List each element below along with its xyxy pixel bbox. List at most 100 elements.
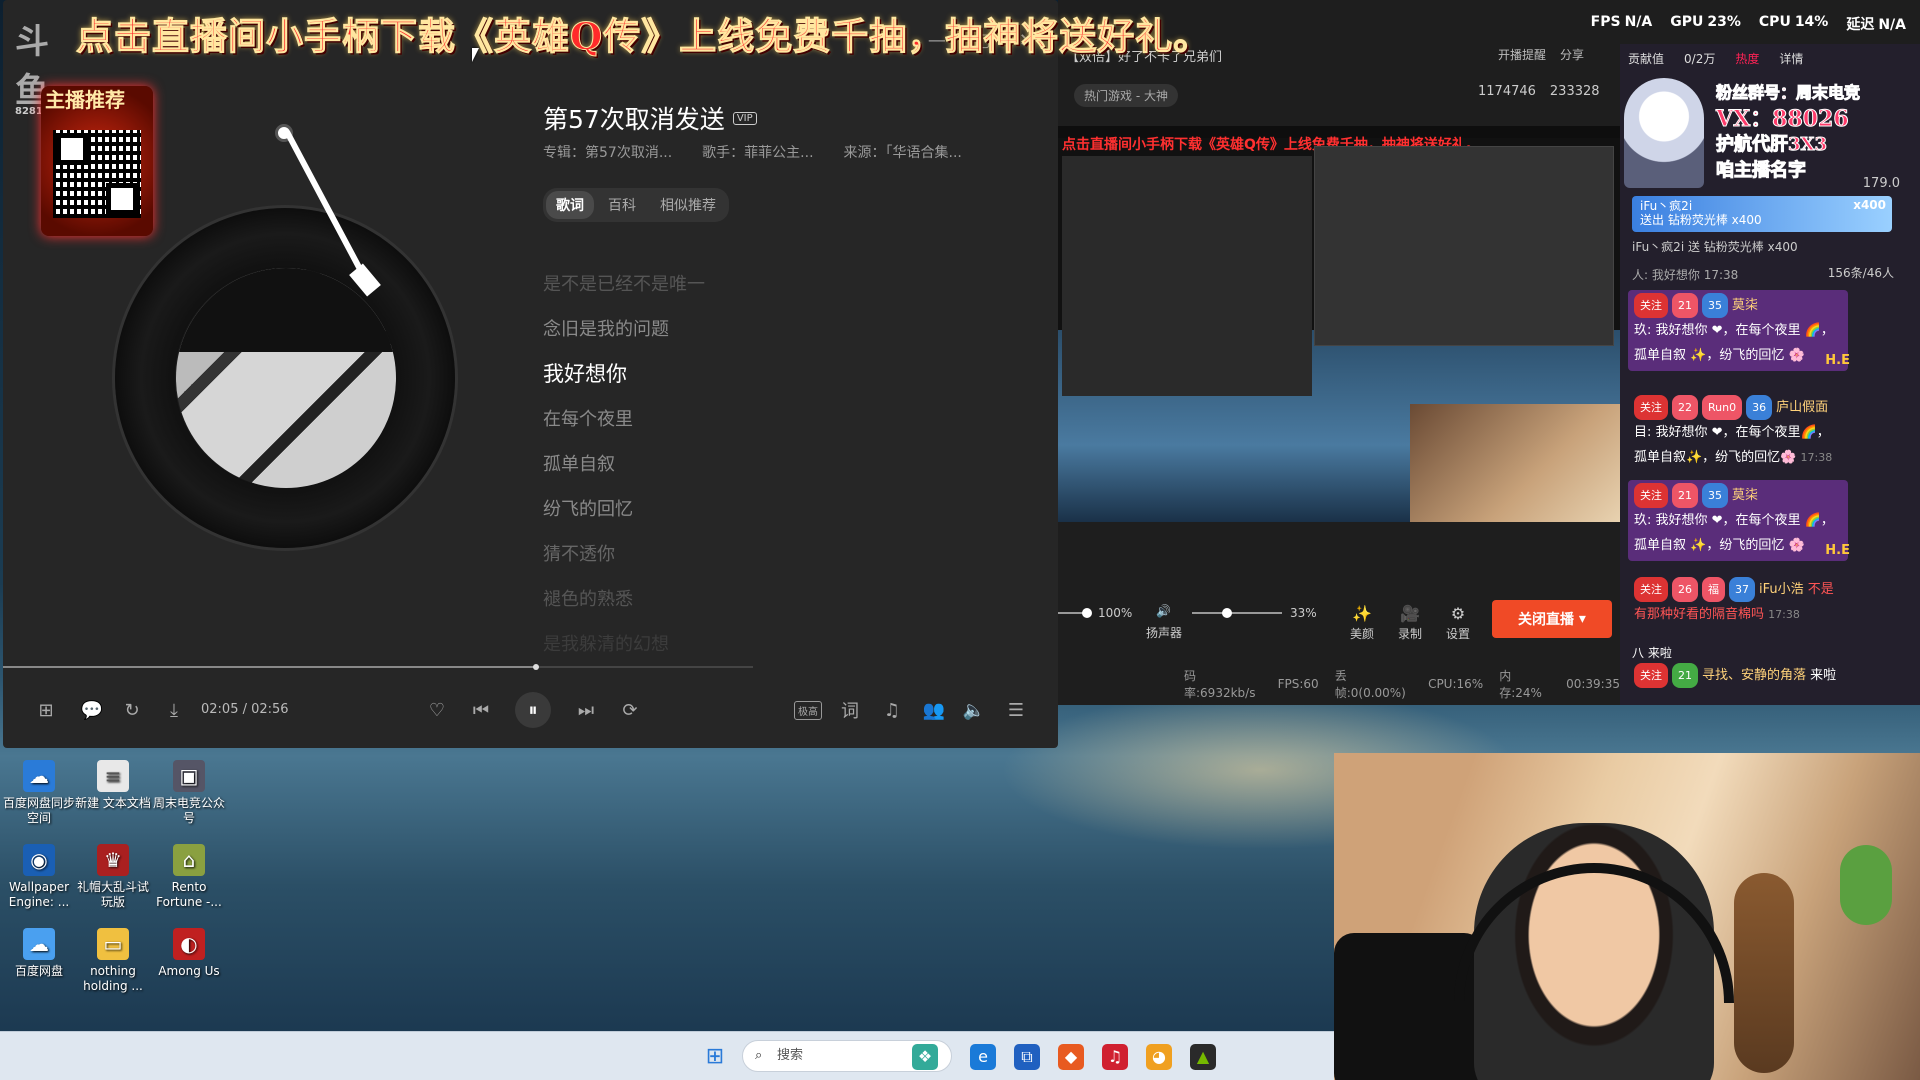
quality-button[interactable]: 极高 [793, 697, 823, 723]
fan-group-overlay: 粉丝群号：周末电竞 VX：88026 护航代肝3X3 咱主播名字 [1715, 80, 1860, 184]
follow-tag[interactable]: 关注 [1634, 483, 1668, 508]
tab-wiki[interactable]: 百科 [598, 191, 646, 219]
open-remind-button[interactable]: 开播提醒 [1498, 46, 1546, 63]
add-playlist-icon[interactable]: ⊞ [33, 697, 59, 723]
fan-badge: 36 [1746, 395, 1773, 420]
pause-button[interactable]: ⏸ [515, 692, 551, 728]
hot-label: 热度 [1735, 52, 1760, 66]
speaker-icon[interactable]: 🔊 [1156, 604, 1171, 618]
fps-status: FPS:60 [1277, 677, 1319, 691]
album-link[interactable]: 专辑：第57次取消... [543, 142, 672, 162]
gift-sender: iFu丶疯2i [1640, 199, 1693, 213]
netease-music-icon[interactable]: ♫ [1102, 1044, 1128, 1070]
share-button[interactable]: 分享 [1560, 46, 1584, 63]
chat-username[interactable]: 庐山假面 [1776, 400, 1828, 415]
rento-icon: ⌂ [173, 844, 205, 876]
repeat-icon[interactable]: ⟳ [617, 697, 643, 723]
playlist-icon[interactable]: ☰ [1003, 697, 1029, 723]
chat-username[interactable]: iFu小浩 [1759, 582, 1804, 597]
listen-together-icon[interactable]: 👥 [921, 697, 947, 723]
chat-username[interactable]: 莫柒 [1732, 488, 1758, 503]
desktop-icon[interactable]: ☁ 百度网盘同步空间 [0, 760, 78, 826]
stop-stream-button[interactable]: 关闭直播 ▾ [1492, 600, 1612, 638]
preview-desktop-thumbnail [1314, 146, 1614, 346]
follow-tag[interactable]: 关注 [1634, 663, 1668, 688]
chat-header: 贡献值 0/2万 热度 详情 [1620, 50, 1920, 67]
level-badge: 26 [1672, 577, 1698, 602]
wechat-image-icon: ▣ [173, 760, 205, 792]
chat-message: 关注 22 Run0 36 庐山假面 目: 我好想你 ❤，在每个夜里🌈，孤单自叙✨，纷飞… [1628, 392, 1848, 473]
follow-tag[interactable]: 关注 [1634, 395, 1668, 420]
app-icon[interactable]: ◆ [1058, 1044, 1084, 1070]
chat-time: 17:38 [1800, 451, 1833, 464]
beauty-button[interactable]: ✨ 美颜 [1342, 604, 1382, 642]
stop-stream-label: 关闭直播 [1518, 612, 1575, 628]
chat-username[interactable]: 莫柒 [1732, 298, 1758, 313]
contribution-value: 0/2万 [1684, 52, 1716, 66]
mic-slider-knob[interactable] [1082, 608, 1092, 618]
fan-line: VX：88026 [1715, 106, 1849, 133]
fps-value: N/A [1624, 14, 1653, 30]
tab-similar[interactable]: 相似推荐 [650, 191, 726, 219]
viewer-count: 156条/46人 [1827, 266, 1894, 280]
lyric-line: 是不是已经不是唯一 [543, 274, 705, 295]
desktop-icon[interactable]: ▭ nothing holding ... [74, 928, 152, 994]
desktop-icon[interactable]: ♛ 礼帽大乱斗试玩版 [74, 844, 152, 910]
playback-time: 02:05 / 02:56 [201, 702, 289, 717]
effects-icon[interactable]: ♫ [879, 697, 905, 723]
vscode-icon[interactable]: ⧉ [1014, 1044, 1040, 1070]
mic-slider[interactable] [1058, 608, 1092, 618]
douyu-icon[interactable]: ◕ [1146, 1044, 1172, 1070]
game-category-tag[interactable]: 热门游戏 - 大神 [1074, 84, 1178, 107]
source-link[interactable]: 来源：「华语合集... [844, 142, 962, 162]
like-heart-icon[interactable]: ♡ [424, 697, 450, 723]
tab-lyrics[interactable]: 歌词 [546, 191, 594, 219]
artist-link[interactable]: 歌手：菲菲公主... [702, 142, 813, 162]
volume-icon[interactable]: 🔈 [961, 697, 987, 723]
playback-progress[interactable] [3, 664, 753, 670]
previous-track-icon[interactable]: ⏮ [468, 697, 494, 723]
chat-message: 关注 21 35 莫柒 玖: 我好想你 ❤，在每个夜里 🌈，孤单自叙 ✨，纷飞的回忆 … [1628, 480, 1850, 561]
lyric-line: 猜不透你 [543, 544, 615, 565]
latency-value: N/A [1878, 17, 1906, 33]
progress-fill [3, 664, 538, 670]
speaker-slider[interactable] [1192, 608, 1282, 618]
speaker-slider-knob[interactable] [1222, 608, 1232, 618]
widgets-icon[interactable]: ❖ [912, 1044, 938, 1070]
start-icon[interactable]: ⊞ [702, 1044, 728, 1070]
details-link[interactable]: 详情 [1779, 50, 1803, 67]
bitrate-status: 码率:6932kb/s [1184, 669, 1256, 700]
comment-icon[interactable]: 💬 [79, 697, 105, 723]
edge-icon[interactable]: e [970, 1044, 996, 1070]
desktop-icon[interactable]: ◉ Wallpaper Engine: ... [0, 844, 78, 910]
latency-stat: 延迟 N/A [1846, 14, 1906, 34]
drop-frame-status: 丢帧:0(0.00%) [1334, 669, 1406, 700]
desktop-icon-label: 新建 文本文档 [75, 796, 151, 810]
nvidia-icon[interactable]: ▲ [1190, 1044, 1216, 1070]
desktop-icon[interactable]: ≡ 新建 文本文档 [74, 760, 152, 811]
lyric-toggle-button[interactable]: 词 [837, 697, 863, 723]
preview-webcam [1410, 404, 1620, 522]
next-track-icon[interactable]: ⏭ [573, 697, 599, 723]
download-icon[interactable]: ⤓ [161, 697, 187, 723]
baidu-netdisk-icon: ☁ [23, 928, 55, 960]
qr-code [53, 130, 141, 218]
chat-username[interactable]: 寻找、安静的角落 [1702, 668, 1806, 683]
desktop-icon[interactable]: ⌂ Rento Fortune -... [150, 844, 228, 910]
share-icon[interactable]: ↻ [119, 697, 145, 723]
speaker-volume: 33% [1290, 606, 1317, 620]
desktop-icon[interactable]: ◐ Among Us [150, 928, 228, 979]
desktop-icon-label: 百度网盘同步空间 [2, 796, 75, 825]
gift-count: x400 [1853, 198, 1886, 212]
frog-figure [1840, 845, 1892, 925]
lyric-line: 是我躲清的幻想 [543, 634, 669, 655]
contribution-label: 贡献值 [1628, 52, 1665, 66]
follow-tag[interactable]: 关注 [1634, 577, 1668, 602]
taskbar: ⊞ ⌕ 搜索 ❖ e ⧉ ◆ ♫ ◕ ▲ [0, 1031, 1334, 1080]
desktop-icon[interactable]: ☁ 百度网盘 [0, 928, 78, 979]
follow-tag[interactable]: 关注 [1634, 293, 1668, 318]
settings-button[interactable]: ⚙ 设置 [1438, 604, 1478, 642]
record-button[interactable]: 🎥 录制 [1390, 604, 1430, 642]
desktop-icon[interactable]: ▣ 周末电竞公众号 [150, 760, 228, 826]
cpu-label: CPU [1758, 14, 1791, 30]
